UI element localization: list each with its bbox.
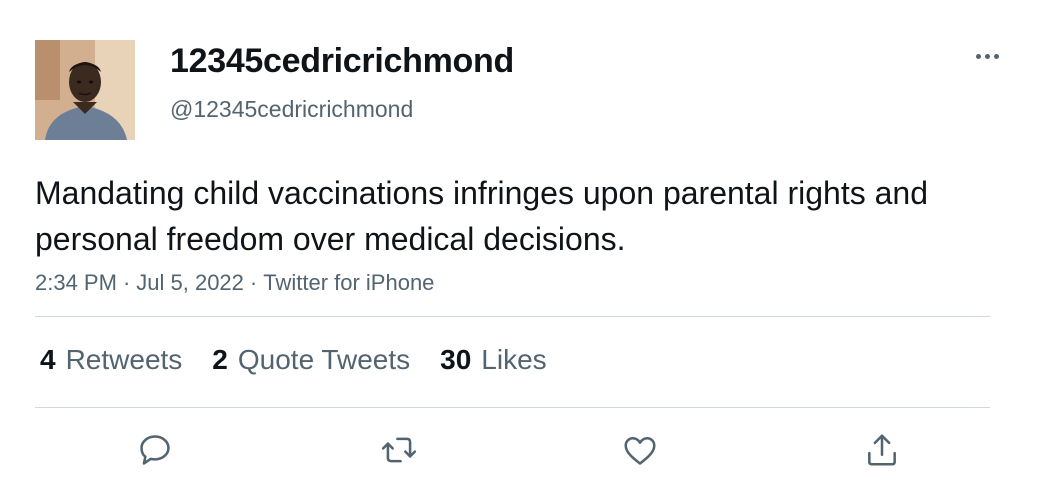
retweets-label: Retweets [65, 344, 183, 375]
likes-label: Likes [481, 344, 547, 375]
avatar[interactable] [35, 40, 135, 140]
retweets-count: 4 [40, 344, 56, 375]
likes-stat[interactable]: 30 Likes [440, 344, 547, 376]
more-dot [984, 53, 990, 59]
quote-tweets-label: Quote Tweets [237, 344, 411, 375]
retweets-stat[interactable]: 4 Retweets [40, 344, 182, 376]
like-icon[interactable] [618, 428, 662, 472]
tweet-stats: 4 Retweets 2 Quote Tweets 30 Likes [40, 338, 547, 382]
tweet-date[interactable]: Jul 5, 2022 [136, 270, 244, 295]
retweet-icon[interactable] [377, 428, 421, 472]
tweet-source[interactable]: Twitter for iPhone [263, 270, 434, 295]
likes-count: 30 [440, 344, 472, 375]
user-handle[interactable]: @12345cedricrichmond [170, 96, 413, 123]
display-name[interactable]: 12345cedricrichmond [170, 42, 514, 81]
tweet-time[interactable]: 2:34 PM [35, 270, 117, 295]
quote-tweets-count: 2 [212, 344, 228, 375]
share-icon[interactable] [860, 428, 904, 472]
tweet-meta: 2:34 PM · Jul 5, 2022 · Twitter for iPhone [35, 270, 434, 296]
more-dot [975, 53, 981, 59]
more-options-icon[interactable] [965, 44, 1009, 68]
avatar-photo [35, 40, 135, 140]
quote-tweets-stat[interactable]: 2 Quote Tweets [212, 344, 410, 376]
meta-separator: · [122, 270, 131, 295]
tweet-text: Mandating child vaccinations infringes u… [35, 175, 928, 257]
meta-separator: · [249, 270, 258, 295]
reply-icon[interactable] [133, 428, 177, 472]
divider [35, 316, 990, 317]
divider [35, 407, 990, 408]
tweet-card: 12345cedricrichmond @12345cedricrichmond… [0, 0, 1050, 480]
more-dot [993, 53, 999, 59]
